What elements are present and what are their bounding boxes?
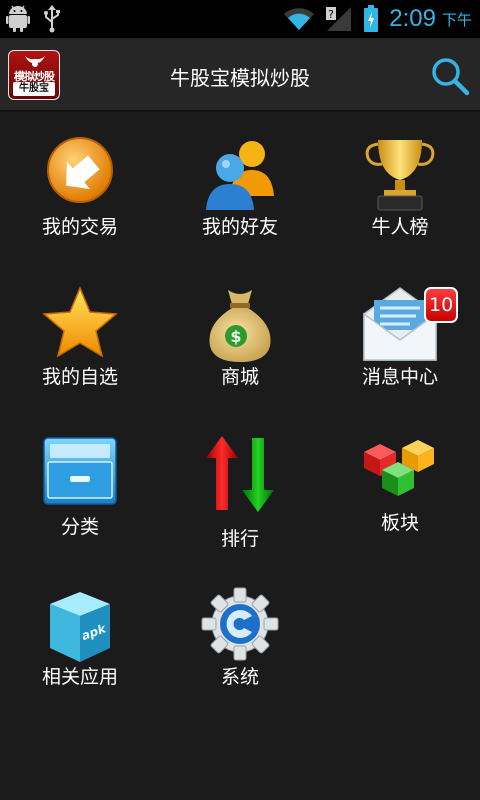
menu-label: 相关应用 xyxy=(41,666,118,688)
status-ampm: 下午 xyxy=(441,10,472,29)
friends-icon xyxy=(206,141,274,210)
menu-item-leaderboard[interactable]: 牛人榜 xyxy=(320,112,480,262)
menu-label: 我的好友 xyxy=(201,216,278,238)
star-icon xyxy=(42,286,118,358)
menu-item-ranking[interactable]: 排行 xyxy=(160,412,320,562)
menu-item-system[interactable]: 系统 xyxy=(160,562,320,712)
menu-item-my-friends[interactable]: 我的好友 xyxy=(160,112,320,262)
up-down-arrows-icon xyxy=(206,436,274,512)
settings-gear-icon xyxy=(201,587,279,661)
money-bag-icon: $ xyxy=(209,290,271,362)
unread-count-badge: 10 xyxy=(424,287,459,323)
svg-text:$: $ xyxy=(230,327,241,346)
menu-label: 牛人榜 xyxy=(371,216,429,238)
menu-item-categories[interactable]: 分类 xyxy=(0,412,160,562)
trophy-icon xyxy=(365,140,435,211)
menu-item-store[interactable]: $ 商城 xyxy=(160,262,320,412)
menu-label: 板块 xyxy=(380,512,419,534)
page-title: 牛股宝模拟炒股 xyxy=(170,66,310,90)
drawer-icon xyxy=(43,437,117,505)
apk-box-icon: apk xyxy=(50,592,110,662)
menu-item-messages[interactable]: 消息中心 xyxy=(320,262,480,412)
wifi-icon xyxy=(284,8,315,30)
battery-icon xyxy=(364,5,379,32)
trade-arrow-icon xyxy=(47,137,113,203)
usb-icon xyxy=(44,5,60,33)
menu-label: 分类 xyxy=(60,516,99,538)
menu-item-watchlist[interactable]: 我的自选 xyxy=(0,262,160,412)
menu-label: 系统 xyxy=(220,666,259,688)
menu-item-related-apps[interactable]: apk 相关应用 xyxy=(0,562,160,712)
svg-text:?: ? xyxy=(328,8,334,21)
title-bar: 模拟炒股 牛股宝 牛股宝模拟炒股 xyxy=(0,38,480,112)
signal-icon: ? xyxy=(326,7,352,31)
menu-label: 排行 xyxy=(220,528,259,550)
menu-item-sectors[interactable]: 板块 xyxy=(320,412,480,562)
blocks-icon xyxy=(364,440,434,496)
android-icon xyxy=(6,5,30,32)
search-icon[interactable] xyxy=(430,56,470,96)
menu-label: 消息中心 xyxy=(361,366,438,388)
menu-label: 我的交易 xyxy=(41,216,118,238)
menu-grid: 我的交易 我的好友 牛人榜 我的自选 $ 商城 消息中心 分类 排行 板块 ap… xyxy=(0,112,480,800)
menu-label: 商城 xyxy=(220,366,259,388)
menu-item-my-trades[interactable]: 我的交易 xyxy=(0,112,160,262)
status-bar: ? 2:09 下午 xyxy=(0,0,480,38)
status-time: 2:09 xyxy=(389,5,436,32)
menu-label: 我的自选 xyxy=(41,366,118,388)
